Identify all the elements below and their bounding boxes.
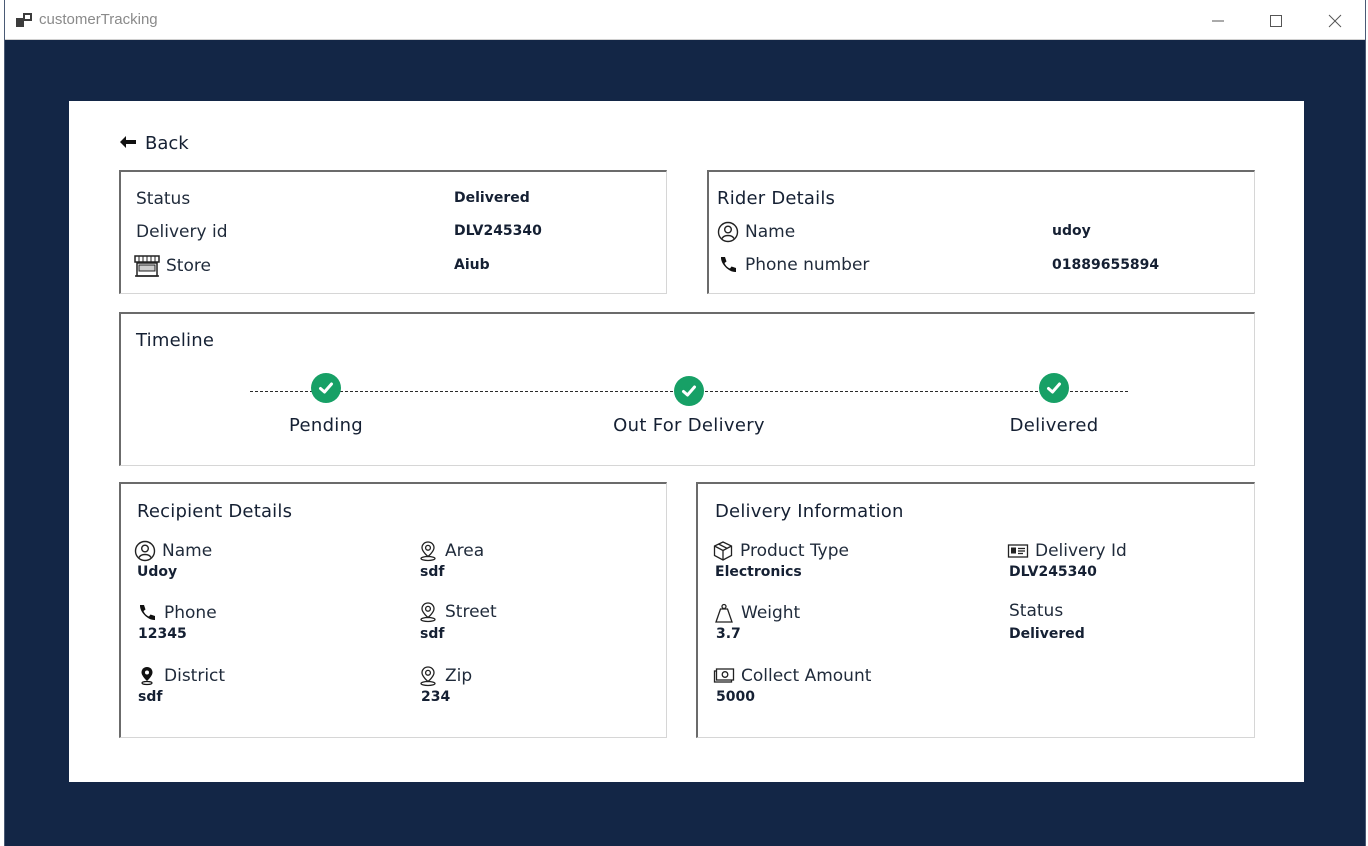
delivery-status-label: Status bbox=[1009, 601, 1064, 621]
recipient-zip-row: Zip bbox=[417, 665, 472, 687]
close-icon bbox=[1328, 14, 1342, 28]
maximize-icon bbox=[1270, 15, 1282, 27]
cash-icon bbox=[713, 665, 735, 687]
location-icon bbox=[417, 601, 439, 623]
timeline-check-icon bbox=[674, 376, 704, 406]
weight-label: Weight bbox=[741, 603, 801, 623]
delivery-information-title: Delivery Information bbox=[715, 501, 904, 522]
recipient-district-value: sdf bbox=[138, 689, 163, 705]
recipient-details-title: Recipient Details bbox=[137, 501, 293, 522]
store-icon bbox=[134, 254, 160, 278]
recipient-street-value: sdf bbox=[420, 626, 445, 642]
timeline-step-label: Pending bbox=[288, 415, 364, 436]
user-icon bbox=[717, 221, 739, 243]
maximize-button[interactable] bbox=[1247, 0, 1305, 40]
phone-icon bbox=[136, 602, 158, 624]
minimize-icon bbox=[1212, 20, 1224, 22]
app-icon bbox=[16, 12, 32, 27]
recipient-name-row: Name bbox=[134, 540, 212, 562]
recipient-phone-value: 12345 bbox=[138, 626, 187, 642]
recipient-phone-row: Phone bbox=[136, 602, 217, 624]
rider-details-title: Rider Details bbox=[717, 188, 836, 209]
recipient-name-label: Name bbox=[162, 541, 213, 561]
timeline-card: Timeline Pending Out For Delivery Delive… bbox=[119, 312, 1255, 466]
location-icon bbox=[417, 540, 439, 562]
arrow-left-icon bbox=[119, 133, 137, 154]
rider-phone-row: Phone number bbox=[717, 254, 869, 276]
rider-name-row: Name bbox=[717, 221, 795, 243]
delivery-id-label: Delivery Id bbox=[1035, 541, 1127, 561]
product-type-row: Product Type bbox=[712, 540, 849, 562]
collect-amount-value: 5000 bbox=[716, 689, 755, 705]
recipient-area-row: Area bbox=[417, 540, 484, 562]
user-icon bbox=[134, 540, 156, 562]
delivery-id-value: DLV245340 bbox=[1009, 564, 1097, 580]
weight-icon bbox=[713, 602, 735, 624]
recipient-street-row: Street bbox=[417, 601, 497, 623]
rider-phone-value: 01889655894 bbox=[1052, 257, 1160, 273]
rider-phone-label: Phone number bbox=[745, 255, 870, 275]
delivery-information-card: Delivery Information Product Type Electr… bbox=[696, 482, 1255, 738]
id-card-icon bbox=[1007, 540, 1029, 562]
timeline-step-label: Out For Delivery bbox=[613, 415, 765, 436]
collect-amount-label: Collect Amount bbox=[741, 666, 872, 686]
recipient-district-label: District bbox=[164, 666, 226, 686]
timeline-check-icon bbox=[1039, 373, 1069, 403]
delivery-id-label: Delivery id bbox=[136, 222, 228, 242]
back-button[interactable]: Back bbox=[119, 132, 189, 154]
back-label: Back bbox=[145, 132, 189, 154]
tracking-panel: Back Status Delivered Delivery id DLV245… bbox=[69, 101, 1304, 782]
delivery-status-value: Delivered bbox=[1009, 626, 1085, 642]
recipient-phone-label: Phone bbox=[164, 603, 217, 623]
weight-value: 3.7 bbox=[716, 626, 741, 642]
recipient-area-value: sdf bbox=[420, 564, 445, 580]
minimize-button[interactable] bbox=[1189, 0, 1247, 40]
recipient-district-row: District bbox=[136, 665, 225, 687]
package-icon bbox=[712, 540, 734, 562]
recipient-zip-label: Zip bbox=[445, 666, 473, 686]
recipient-name-value: Udoy bbox=[137, 564, 178, 580]
status-label: Status bbox=[136, 189, 191, 209]
rider-name-label: Name bbox=[745, 222, 796, 242]
rider-details-card: Rider Details Name udoy Phone number 018… bbox=[707, 170, 1255, 294]
timeline-title: Timeline bbox=[136, 330, 215, 351]
location-icon bbox=[417, 665, 439, 687]
store-row: Store bbox=[134, 254, 211, 278]
recipient-zip-value: 234 bbox=[421, 689, 451, 705]
order-summary-card: Status Delivered Delivery id DLV245340 S… bbox=[119, 170, 667, 294]
close-button[interactable] bbox=[1306, 0, 1364, 40]
weight-row: Weight bbox=[713, 602, 800, 624]
delivery-id-row: Delivery Id bbox=[1007, 540, 1127, 562]
store-value: Aiub bbox=[454, 257, 490, 273]
map-pin-icon bbox=[136, 665, 158, 687]
timeline-check-icon bbox=[311, 373, 341, 403]
store-label: Store bbox=[166, 256, 211, 276]
collect-amount-row: Collect Amount bbox=[713, 665, 871, 687]
app-window: customerTracking Back Status Delivered D… bbox=[4, 0, 1366, 846]
recipient-area-label: Area bbox=[445, 541, 485, 561]
product-type-value: Electronics bbox=[715, 564, 802, 580]
phone-icon bbox=[717, 254, 739, 276]
window-title: customerTracking bbox=[39, 11, 158, 28]
recipient-street-label: Street bbox=[445, 602, 497, 622]
delivery-id-value: DLV245340 bbox=[454, 223, 542, 239]
rider-name-value: udoy bbox=[1052, 223, 1091, 239]
product-type-label: Product Type bbox=[740, 541, 849, 561]
title-bar: customerTracking bbox=[5, 0, 1365, 40]
status-value: Delivered bbox=[454, 190, 530, 206]
recipient-details-card: Recipient Details Name Udoy Phone 12345 bbox=[119, 482, 667, 738]
timeline-step-label: Delivered bbox=[1009, 415, 1099, 436]
